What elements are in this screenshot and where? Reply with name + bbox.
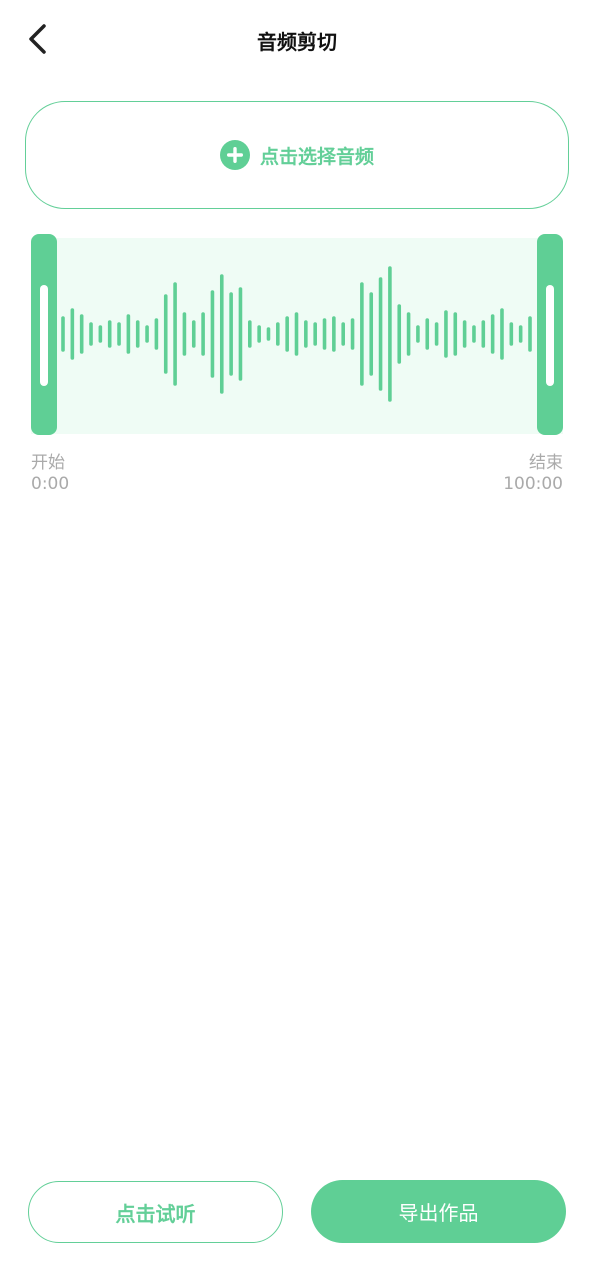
select-audio-label: 点击选择音频 (259, 145, 374, 168)
end-trim-handle[interactable] (537, 234, 563, 435)
start-label: 开始 (31, 453, 65, 473)
header-bar: 音频剪切 (0, 0, 594, 80)
preview-button[interactable]: 点击试听 (28, 1181, 283, 1243)
start-handle-grip (40, 285, 48, 386)
start-trim-handle[interactable] (31, 234, 57, 435)
plus-circle-icon (219, 140, 250, 170)
end-label: 结束 (529, 453, 563, 473)
start-time: 0:00 (31, 474, 70, 494)
waveform (61, 266, 532, 402)
end-time: 100:00 (503, 474, 563, 494)
waveform-editor[interactable] (31, 234, 563, 435)
page-title: 音频剪切 (257, 30, 337, 54)
export-button[interactable]: 导出作品 (311, 1180, 566, 1243)
end-handle-grip (546, 285, 554, 386)
select-audio-button[interactable]: 点击选择音频 (25, 101, 569, 209)
